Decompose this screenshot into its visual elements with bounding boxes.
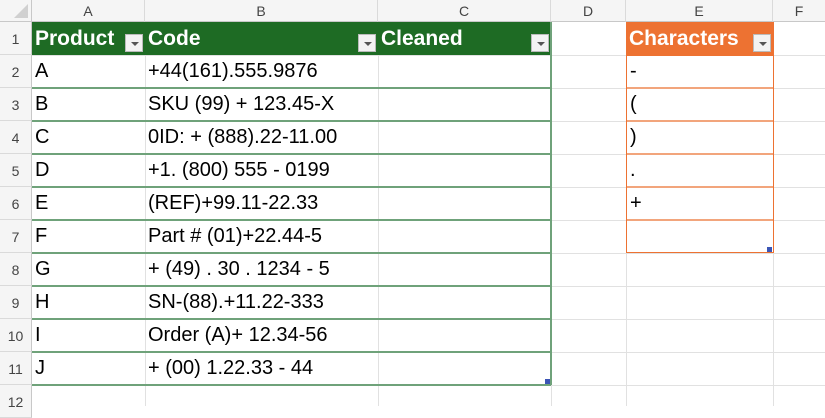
filter-dropdown-button[interactable] bbox=[125, 34, 143, 52]
table-cell[interactable]: B bbox=[32, 88, 145, 121]
table-cell[interactable]: ( bbox=[627, 88, 772, 121]
table-cell[interactable]: C bbox=[32, 121, 145, 154]
row-header-7[interactable]: 7 bbox=[0, 220, 32, 253]
table-cell[interactable] bbox=[378, 319, 551, 352]
row-header-9[interactable]: 9 bbox=[0, 286, 32, 319]
row-header-12[interactable]: 12 bbox=[0, 385, 32, 418]
row-header-8[interactable]: 8 bbox=[0, 253, 32, 286]
table-cell[interactable]: E bbox=[32, 187, 145, 220]
table-cell[interactable]: +1. (800) 555 - 0199 bbox=[145, 154, 378, 187]
row-header-11[interactable]: 11 bbox=[0, 352, 32, 385]
column-header-c[interactable]: C bbox=[378, 0, 551, 22]
table-cell[interactable]: SN-(88).+11.22-333 bbox=[145, 286, 378, 319]
table-cell[interactable]: D bbox=[32, 154, 145, 187]
table-cell[interactable]: F bbox=[32, 220, 145, 253]
filter-dropdown-button[interactable] bbox=[531, 34, 549, 52]
row-header-6[interactable]: 6 bbox=[0, 187, 32, 220]
table-header-characters[interactable]: Characters bbox=[626, 22, 773, 56]
table-cell[interactable]: . bbox=[627, 154, 772, 187]
table-header-code[interactable]: Code bbox=[145, 22, 378, 56]
table-cell[interactable] bbox=[378, 220, 551, 253]
table-cell[interactable]: - bbox=[627, 55, 772, 88]
table-cell[interactable]: I bbox=[32, 319, 145, 352]
table-cell[interactable]: +44(161).555.9876 bbox=[145, 55, 378, 88]
row-header-4[interactable]: 4 bbox=[0, 121, 32, 154]
column-header-a[interactable]: A bbox=[32, 0, 145, 22]
table-cell[interactable]: ) bbox=[627, 121, 772, 154]
column-header-d[interactable]: D bbox=[551, 0, 626, 22]
table-cell[interactable] bbox=[378, 253, 551, 286]
table-cell[interactable]: Part # (01)+22.44-5 bbox=[145, 220, 378, 253]
table-resize-handle[interactable] bbox=[545, 379, 550, 384]
table-cell[interactable] bbox=[378, 88, 551, 121]
table-cell[interactable]: Order (A)+ 12.34-56 bbox=[145, 319, 378, 352]
select-all-button[interactable] bbox=[0, 0, 32, 22]
table-cell[interactable] bbox=[378, 286, 551, 319]
table-cell[interactable]: SKU (99) + 123.45-X bbox=[145, 88, 378, 121]
table-header-cleaned[interactable]: Cleaned bbox=[378, 22, 551, 56]
row-header-3[interactable]: 3 bbox=[0, 88, 32, 121]
row-header-10[interactable]: 10 bbox=[0, 319, 32, 352]
table-cell[interactable] bbox=[378, 154, 551, 187]
table-cell[interactable] bbox=[378, 352, 551, 385]
row-header-1[interactable]: 1 bbox=[0, 22, 32, 55]
table-cell[interactable]: (REF)+99.11-22.33 bbox=[145, 187, 378, 220]
table-cell[interactable]: 0ID: + (888).22-11.00 bbox=[145, 121, 378, 154]
filter-dropdown-button[interactable] bbox=[753, 34, 771, 52]
column-header-f[interactable]: F bbox=[773, 0, 825, 22]
table-cell[interactable]: + (49) . 30 . 1234 - 5 bbox=[145, 253, 378, 286]
table-cell[interactable]: + (00) 1.22.33 - 44 bbox=[145, 352, 378, 385]
table-cell[interactable] bbox=[378, 121, 551, 154]
table-cell[interactable]: H bbox=[32, 286, 145, 319]
row-header-2[interactable]: 2 bbox=[0, 55, 32, 88]
column-header-e[interactable]: E bbox=[626, 0, 773, 22]
column-header-b[interactable]: B bbox=[145, 0, 378, 22]
filter-dropdown-button[interactable] bbox=[358, 34, 376, 52]
table-resize-handle[interactable] bbox=[767, 247, 772, 252]
table-cell[interactable]: + bbox=[627, 187, 772, 220]
table-cell[interactable] bbox=[378, 187, 551, 220]
table-cell[interactable]: J bbox=[32, 352, 145, 385]
table-cell[interactable]: A bbox=[32, 55, 145, 88]
table-cell[interactable]: G bbox=[32, 253, 145, 286]
row-header-5[interactable]: 5 bbox=[0, 154, 32, 187]
table-cell[interactable] bbox=[378, 55, 551, 88]
table-cell[interactable] bbox=[627, 220, 772, 253]
table1-right-border bbox=[550, 22, 552, 385]
